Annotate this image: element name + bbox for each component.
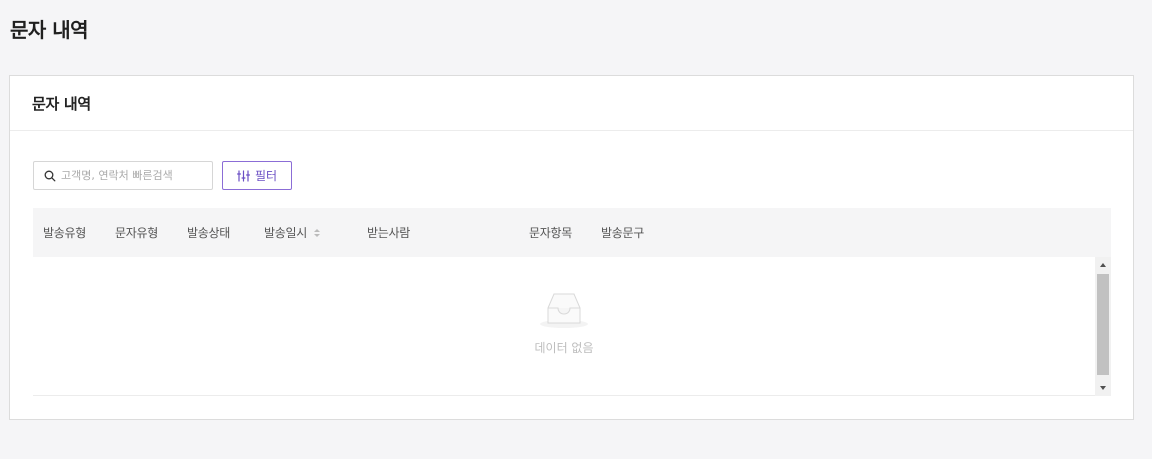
search-input[interactable]: [61, 169, 201, 182]
table-body: 데이터 없음: [33, 257, 1111, 396]
col-header-recipient[interactable]: 받는사람: [367, 208, 410, 257]
sms-history-card: 문자 내역 필터 발송유: [9, 75, 1134, 420]
card-header: 문자 내역: [10, 76, 1133, 131]
sort-icon[interactable]: [313, 228, 321, 238]
empty-inbox-icon: [540, 293, 588, 328]
card-title: 문자 내역: [32, 94, 91, 113]
filter-button[interactable]: 필터: [222, 161, 292, 190]
col-header-message-item[interactable]: 문자항목: [529, 208, 572, 257]
scroll-down-arrow-icon[interactable]: [1095, 380, 1111, 396]
col-header-send-type[interactable]: 발송유형: [43, 208, 86, 257]
filter-label: 필터: [254, 169, 278, 183]
col-header-send-datetime[interactable]: 발송일시: [264, 208, 321, 257]
search-icon: [44, 170, 56, 181]
toolbar: 필터: [33, 161, 292, 190]
col-header-message-text[interactable]: 발송문구: [601, 208, 644, 257]
empty-text: 데이터 없음: [534, 341, 594, 355]
col-header-send-status[interactable]: 발송상태: [187, 208, 230, 257]
scroll-up-arrow-icon[interactable]: [1095, 257, 1111, 273]
search-box[interactable]: [33, 161, 213, 190]
sms-table: 발송유형 문자유형 발송상태 발송일시 받는사람 문자항목 발송문구 데이터 없…: [33, 208, 1111, 396]
sliders-icon: [236, 169, 250, 182]
empty-state: 데이터 없음: [33, 291, 1095, 356]
table-header: 발송유형 문자유형 발송상태 발송일시 받는사람 문자항목 발송문구: [33, 208, 1111, 257]
scrollbar-thumb[interactable]: [1097, 274, 1109, 375]
page-title: 문자 내역: [10, 18, 89, 42]
vertical-scrollbar[interactable]: [1095, 257, 1111, 396]
col-header-message-type[interactable]: 문자유형: [115, 208, 158, 257]
